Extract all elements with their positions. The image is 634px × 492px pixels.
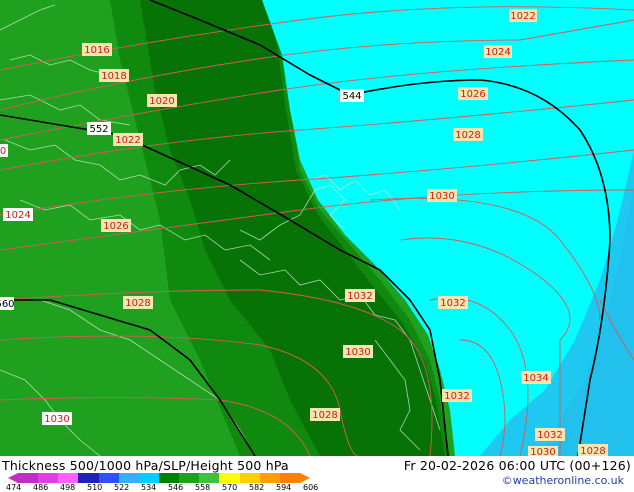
scale-swatch (18, 473, 39, 483)
scale-swatch (78, 473, 99, 483)
isobar-label: 1022 (510, 11, 535, 22)
thickness-label: 560 (0, 299, 15, 310)
isobar-label: 1028 (455, 130, 480, 141)
scale-tick-label: 606 (303, 483, 319, 492)
scale-swatch (219, 473, 240, 483)
thickness-label: 544 (342, 91, 361, 102)
isobar-label: 1026 (460, 89, 485, 100)
isobar-label: 1032 (440, 298, 465, 309)
color-scale (18, 473, 300, 483)
scale-swatch (118, 473, 139, 483)
scale-arrow-left-icon (8, 473, 18, 483)
isobar-label: 1024 (5, 210, 30, 221)
isobar-label: 1032 (537, 430, 562, 441)
scale-tick-label: 558 (195, 483, 211, 492)
isobar-label: 1030 (530, 447, 555, 456)
isobar-label: 1028 (580, 446, 605, 456)
scale-swatch (138, 473, 159, 483)
scale-tick-label: 534 (141, 483, 157, 492)
isobar-label: 1032 (347, 291, 372, 302)
scale-swatch (239, 473, 260, 483)
isobar-label: 1020 (149, 96, 174, 107)
scale-tick-label: 498 (60, 483, 76, 492)
scale-tick-label: 594 (276, 483, 292, 492)
scale-swatch (38, 473, 59, 483)
scale-swatch (158, 473, 180, 483)
scale-tick-label: 510 (87, 483, 103, 492)
map-title: Thickness 500/1000 hPa/SLP/Height 500 hP… (2, 458, 289, 473)
scale-tick-label: 474 (6, 483, 22, 492)
scale-tick-label: 546 (168, 483, 184, 492)
isobar-label: 1034 (523, 373, 548, 384)
isobar-label: 1022 (115, 135, 140, 146)
scale-tick-label: 570 (222, 483, 238, 492)
isobar-label: 1028 (125, 298, 150, 309)
isobar-label: 1024 (485, 47, 510, 58)
credit-link[interactable]: ©weatheronline.co.uk (502, 474, 624, 487)
isobar-label: 1028 (312, 410, 337, 421)
scale-swatch (58, 473, 79, 483)
scale-swatch (98, 473, 119, 483)
isobar-label: 1030 (345, 347, 370, 358)
scale-swatch (259, 473, 280, 483)
isobar-label: 1016 (84, 45, 109, 56)
scale-tick-label: 582 (249, 483, 265, 492)
isobar-label: 1032 (444, 391, 469, 402)
weather-map: 544 552 560 1022 1024 1026 1028 1030 103… (0, 0, 634, 456)
isobar-label: 1026 (103, 221, 128, 232)
isobar-label: 1030 (44, 414, 69, 425)
scale-swatch (199, 473, 220, 483)
isobar-label: 1018 (101, 71, 126, 82)
map-footer: Thickness 500/1000 hPa/SLP/Height 500 hP… (0, 456, 634, 492)
scale-arrow-right-icon (300, 473, 310, 483)
scale-swatch (279, 473, 300, 483)
scale-swatch (179, 473, 200, 483)
isobar-label: 0 (0, 146, 6, 157)
thickness-label: 552 (89, 124, 108, 135)
isobar-label: 1030 (429, 191, 454, 202)
scale-tick-label: 486 (33, 483, 49, 492)
valid-time: Fr 20-02-2026 06:00 UTC (00+126) (403, 458, 631, 473)
scale-tick-label: 522 (114, 483, 130, 492)
